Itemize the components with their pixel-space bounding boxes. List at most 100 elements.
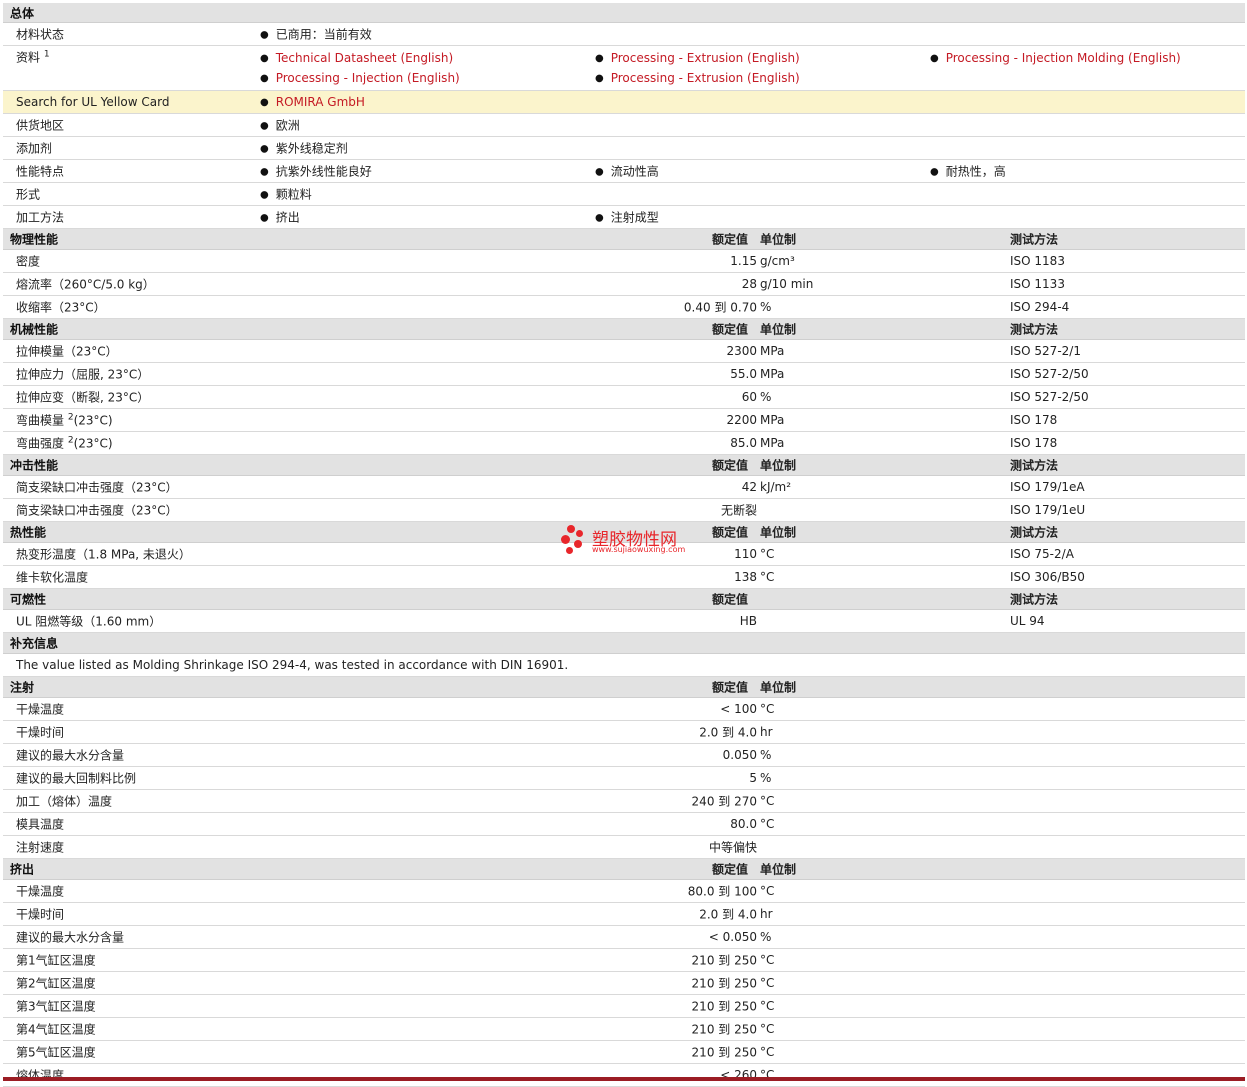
row-label: 干燥温度 — [16, 702, 65, 717]
row-unit: % — [760, 930, 772, 944]
table-row: 收缩率（23°C） 0.40 到 0.70 % ISO 294-4 — [3, 296, 1245, 319]
row-value: 2300 — [726, 344, 757, 358]
row-label: 形式 — [16, 187, 41, 202]
row-label: 第5气缸区温度 — [16, 1045, 96, 1060]
row-label: 拉伸应变（断裂, 23°C） — [16, 390, 150, 405]
table-row: 熔流率（260°C/5.0 kg） 28 g/10 min ISO 1133 — [3, 273, 1245, 296]
row-value: < 100 — [720, 702, 757, 716]
row-label: 拉伸应力（屈服, 23°C） — [16, 367, 150, 382]
row-unit: °C — [760, 1045, 775, 1059]
doc-link-injection[interactable]: Processing - Injection (English) — [260, 71, 460, 85]
row-value: 注射成型 — [595, 209, 659, 226]
row-method: ISO 294-4 — [1010, 300, 1070, 314]
row-unit: MPa — [760, 436, 785, 450]
table-row: 注射速度 中等偏快 — [3, 836, 1245, 859]
row-value: 55.0 — [730, 367, 757, 381]
section-title: 冲击性能 — [10, 458, 59, 473]
column-header-method: 测试方法 — [1010, 232, 1059, 247]
column-header-value: 额定值 — [712, 862, 749, 877]
column-header-method: 测试方法 — [1010, 592, 1059, 607]
row-unit: °C — [760, 547, 775, 561]
row-additive: 添加剂 紫外线稳定剂 — [3, 137, 1245, 160]
section-title: 可燃性 — [10, 592, 47, 607]
table-row: 建议的最大水分含量 < 0.050 % — [3, 926, 1245, 949]
row-label: 建议的最大水分含量 — [16, 748, 125, 763]
row-method: ISO 1133 — [1010, 277, 1065, 291]
row-method: UL 94 — [1010, 614, 1045, 628]
row-value: 138 — [734, 570, 757, 584]
section-title: 总体 — [10, 6, 35, 20]
table-row: 模具温度 80.0 °C — [3, 813, 1245, 836]
logo-dot-icon — [576, 530, 583, 537]
row-unit: g/10 min — [760, 277, 814, 291]
row-value: 80.0 到 100 — [687, 884, 757, 899]
row-label: 资料 1 — [16, 49, 50, 65]
row-unit: kJ/m² — [760, 480, 792, 494]
row-region: 供货地区 欧洲 — [3, 114, 1245, 137]
row-label: 材料状态 — [16, 27, 65, 42]
table-row: 加工（熔体）温度 240 到 270 °C — [3, 790, 1245, 813]
row-label: 建议的最大回制料比例 — [16, 771, 137, 786]
table-row: 干燥时间 2.0 到 4.0 hr — [3, 903, 1245, 926]
row-value: 110 — [734, 547, 757, 561]
table-row: 建议的最大回制料比例 5 % — [3, 767, 1245, 790]
supplement-note: The value listed as Molding Shrinkage IS… — [3, 654, 1245, 677]
column-header-unit: 单位制 — [760, 322, 797, 337]
table-row: 简支梁缺口冲击强度（23°C） 无断裂 ISO 179/1eU — [3, 499, 1245, 522]
column-header-value: 额定值 — [712, 458, 749, 473]
logo-dot-icon — [567, 525, 575, 533]
section-header-general: 总体 — [3, 3, 1245, 23]
table-row: 密度 1.15 g/cm³ ISO 1183 — [3, 250, 1245, 273]
row-value: 2.0 到 4.0 — [699, 907, 757, 922]
row-label: 加工方法 — [16, 210, 65, 225]
table-row: 弯曲强度 2(23°C) 85.0 MPa ISO 178 — [3, 432, 1245, 455]
section-header-mechanical: 机械性能 额定值 单位制 测试方法 — [3, 319, 1245, 340]
row-value: < 0.050 — [708, 930, 757, 944]
row-label: 性能特点 — [16, 164, 65, 179]
doc-link-extrusion-2[interactable]: Processing - Extrusion (English) — [595, 71, 800, 85]
row-label: 干燥时间 — [16, 725, 65, 740]
row-unit: MPa — [760, 367, 785, 381]
doc-link-injection-molding[interactable]: Processing - Injection Molding (English) — [930, 51, 1181, 65]
row-method: ISO 178 — [1010, 436, 1058, 450]
column-header-unit: 单位制 — [760, 525, 797, 540]
row-label: 加工（熔体）温度 — [16, 794, 113, 809]
column-header-unit: 单位制 — [760, 862, 797, 877]
row-value: HB — [739, 614, 757, 628]
column-header-method: 测试方法 — [1010, 525, 1059, 540]
row-label: 第4气缸区温度 — [16, 1022, 96, 1037]
table-row: 干燥温度 < 100 °C — [3, 698, 1245, 721]
row-value: 抗紫外线性能良好 — [260, 163, 372, 180]
doc-link-extrusion[interactable]: Processing - Extrusion (English) — [595, 51, 800, 65]
row-value: 28 — [741, 277, 757, 291]
row-unit: hr — [760, 907, 773, 921]
table-row: 弯曲模量 2(23°C) 2200 MPa ISO 178 — [3, 409, 1245, 432]
row-label: 密度 — [16, 254, 41, 269]
logo-dot-icon — [561, 535, 570, 544]
column-header-value: 额定值 — [712, 592, 749, 607]
row-label: 简支梁缺口冲击强度（23°C） — [16, 480, 178, 495]
footer-bar — [3, 1077, 1245, 1081]
section-header-flammability: 可燃性 额定值 测试方法 — [3, 589, 1245, 610]
row-unit: MPa — [760, 413, 785, 427]
row-value: 210 到 250 — [691, 1045, 757, 1060]
column-header-method: 测试方法 — [1010, 458, 1059, 473]
row-value: 颗粒料 — [260, 186, 312, 203]
doc-link-technical-datasheet[interactable]: Technical Datasheet (English) — [260, 51, 453, 65]
row-value: 耐热性，高 — [930, 163, 1006, 180]
row-value: 240 到 270 — [691, 794, 757, 809]
table-row: 干燥时间 2.0 到 4.0 hr — [3, 721, 1245, 744]
row-label: 第3气缸区温度 — [16, 999, 96, 1014]
section-title: 补充信息 — [10, 636, 59, 651]
row-unit: % — [760, 771, 772, 785]
ul-supplier-link[interactable]: ROMIRA GmbH — [260, 95, 365, 109]
row-ul-yellow-card: Search for UL Yellow Card ROMIRA GmbH — [3, 91, 1245, 114]
row-method: ISO 306/B50 — [1010, 570, 1085, 584]
row-label: 拉伸模量（23°C） — [16, 344, 118, 359]
section-title: 热性能 — [10, 525, 47, 540]
row-value: 中等偏快 — [708, 840, 757, 855]
row-unit: °C — [760, 702, 775, 716]
table-row: 第4气缸区温度 210 到 250 °C — [3, 1018, 1245, 1041]
row-form: 形式 颗粒料 — [3, 183, 1245, 206]
row-label: 弯曲强度 2(23°C) — [16, 435, 113, 451]
